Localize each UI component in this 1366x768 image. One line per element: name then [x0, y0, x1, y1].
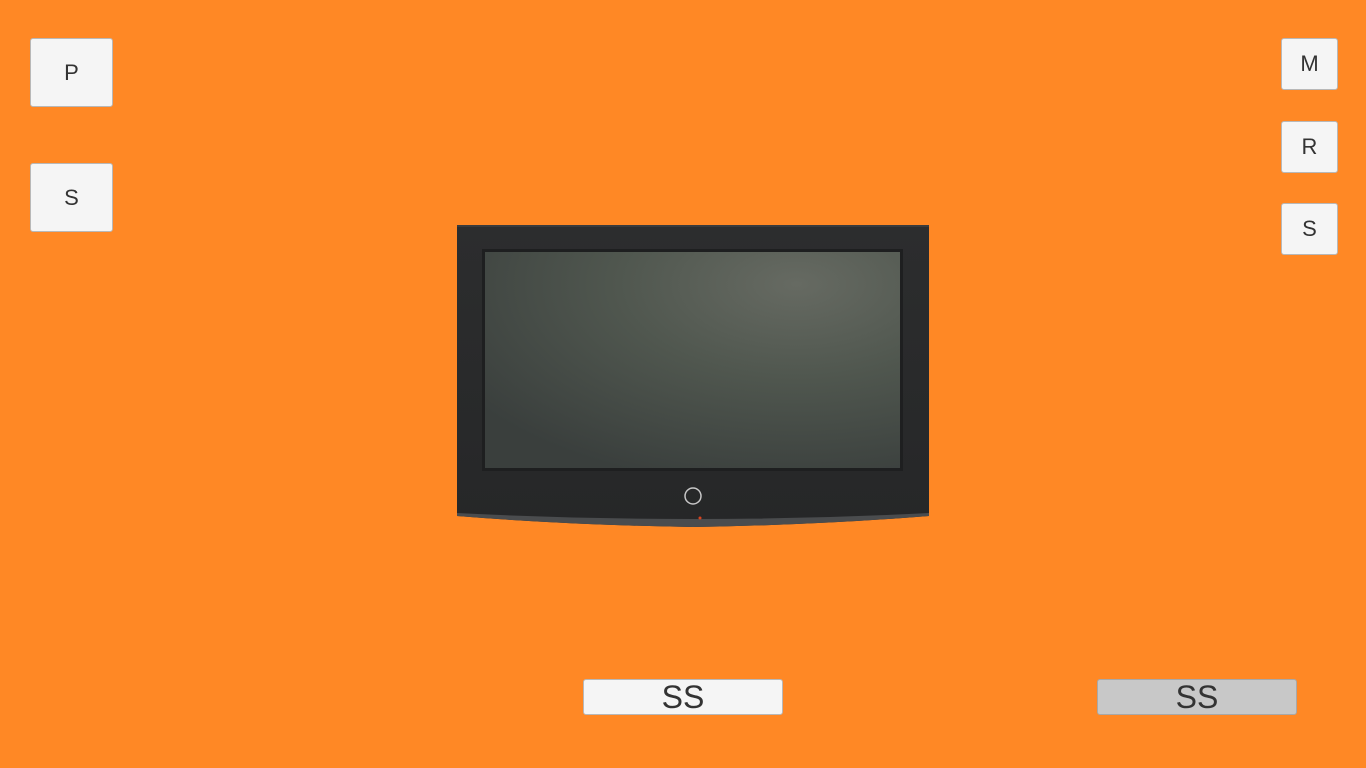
ss-button-right[interactable]: SS: [1097, 679, 1297, 715]
p-button[interactable]: P: [30, 38, 113, 107]
s-button-left[interactable]: S: [30, 163, 113, 232]
television-icon: [457, 225, 929, 527]
s-button-right[interactable]: S: [1281, 203, 1338, 255]
r-button[interactable]: R: [1281, 121, 1338, 173]
ss-button-center[interactable]: SS: [583, 679, 783, 715]
m-button[interactable]: M: [1281, 38, 1338, 90]
